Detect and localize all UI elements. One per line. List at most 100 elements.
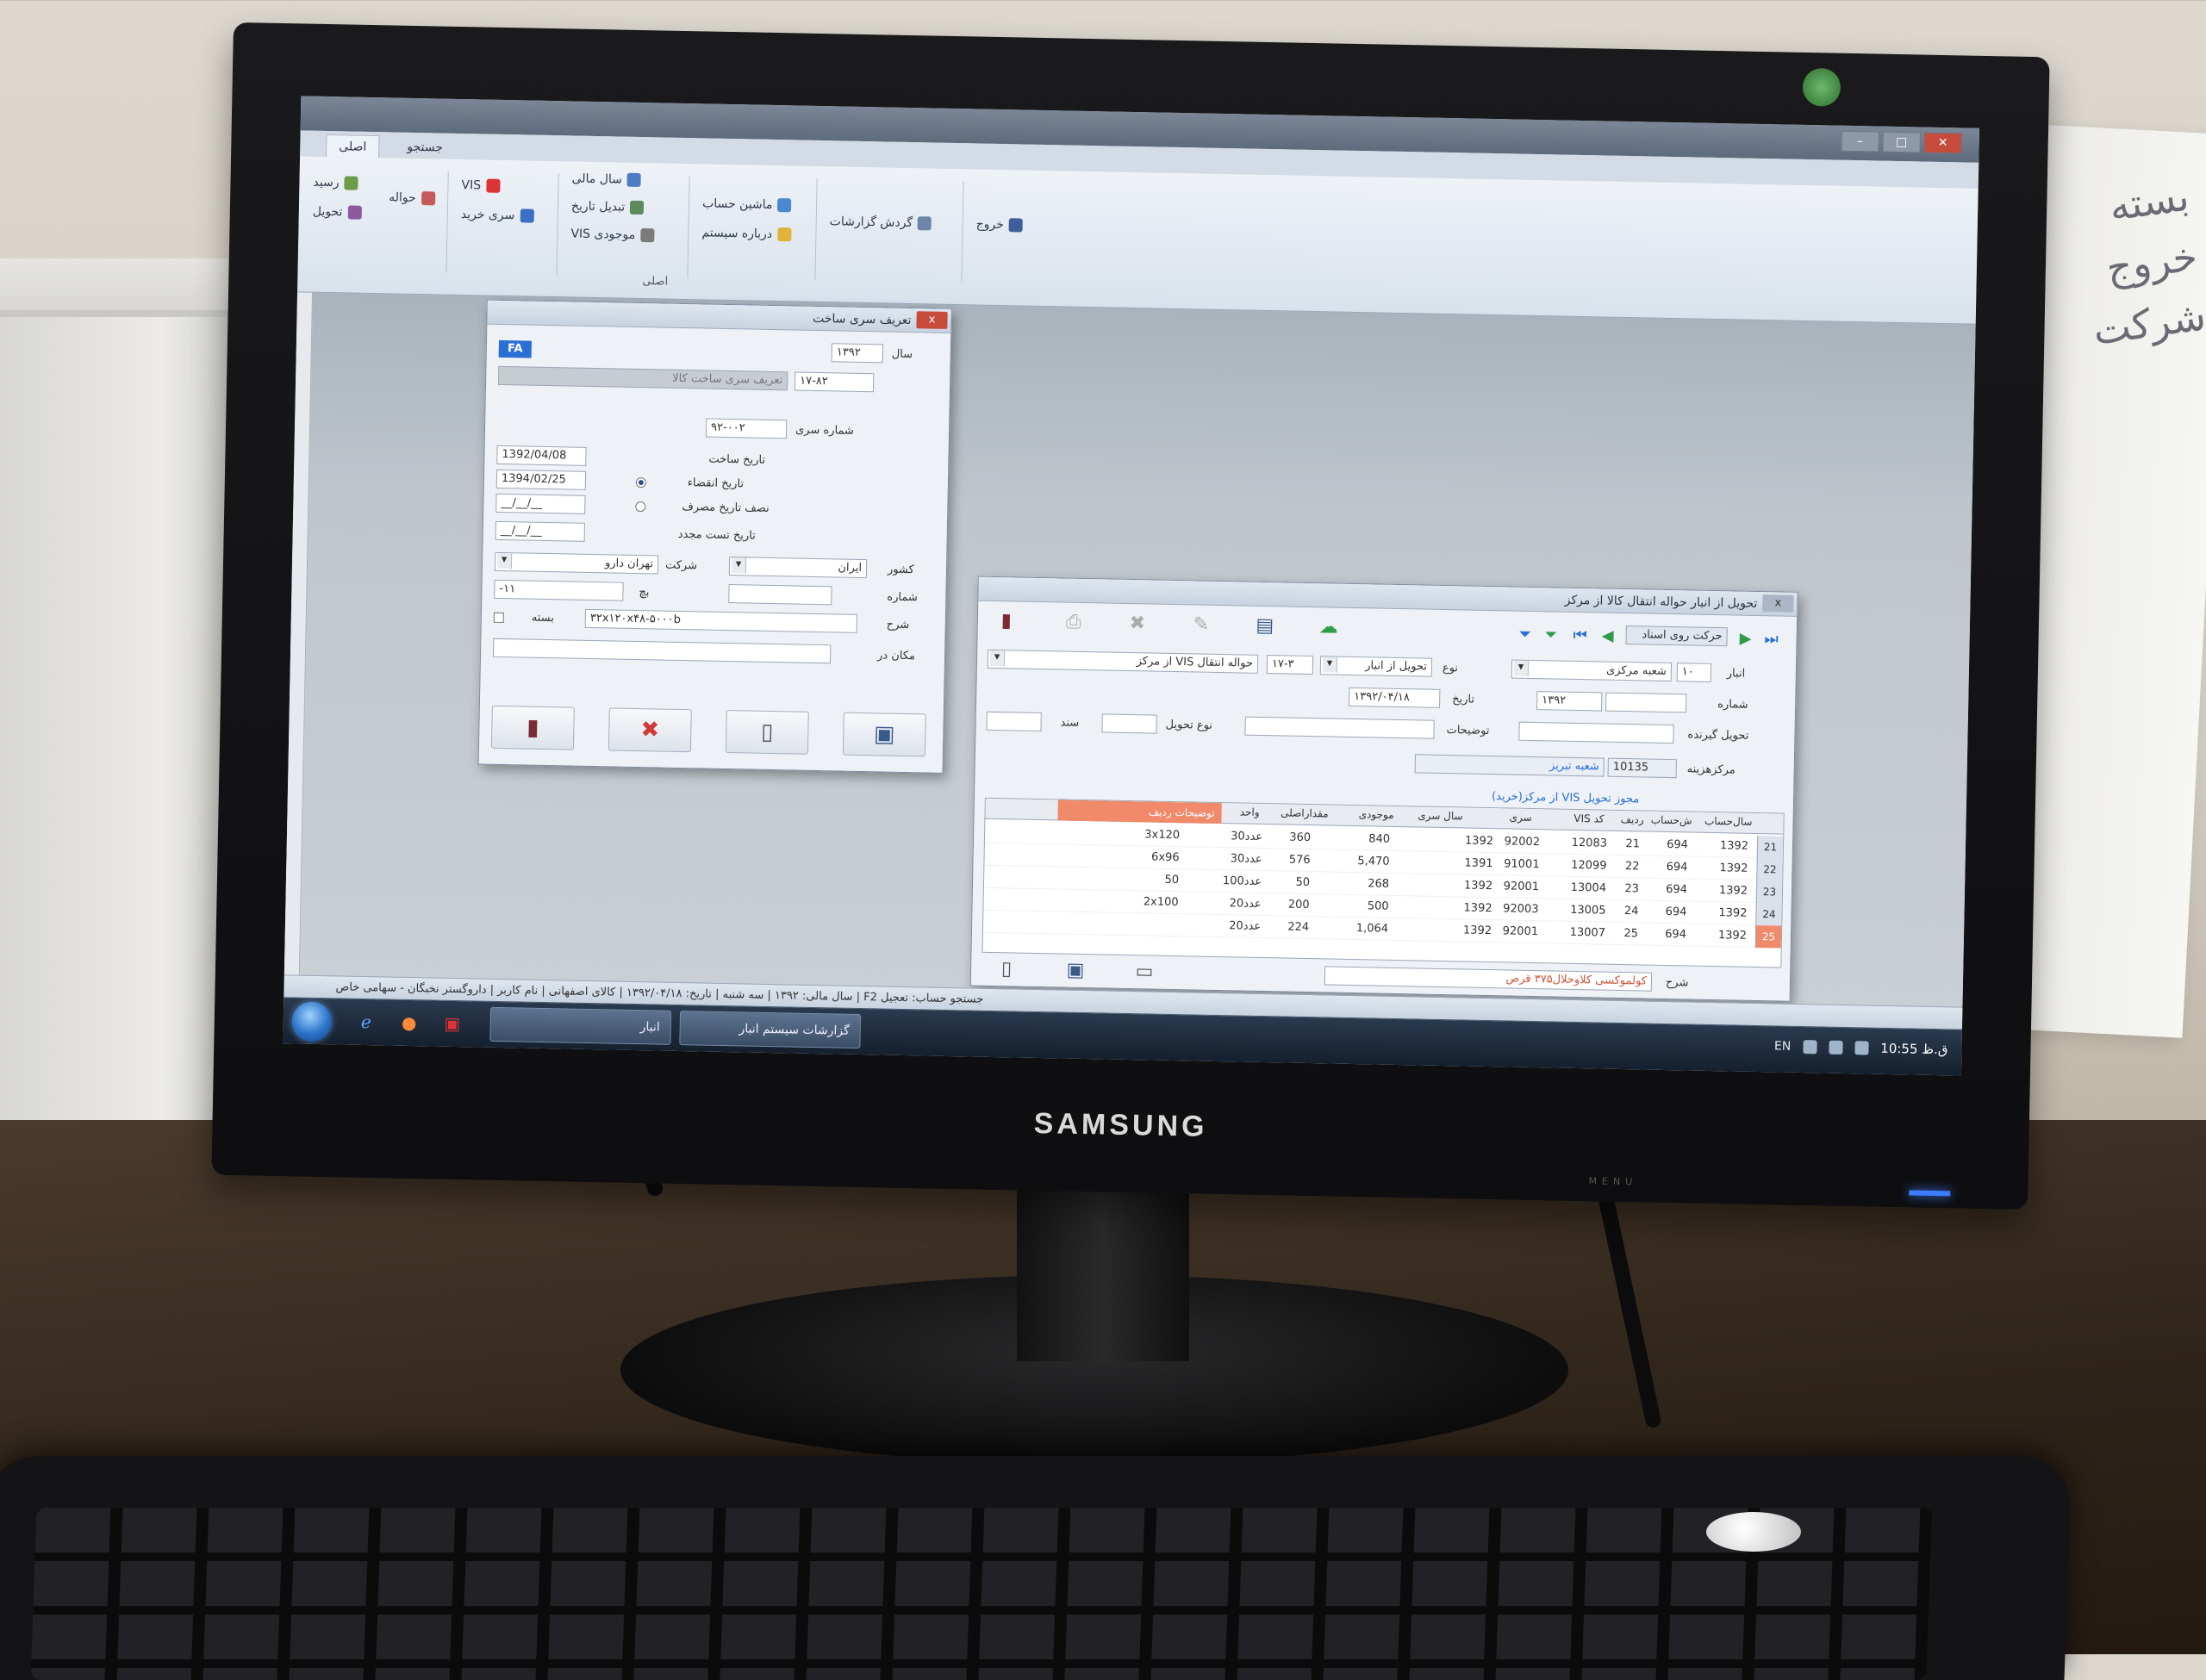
minimize-button[interactable]: – [1841, 130, 1879, 152]
col-fiscal-year[interactable]: سال‌حساب [1704, 815, 1753, 828]
col-series-year[interactable]: سال سری [1418, 809, 1463, 822]
place-label: مکان در [876, 649, 916, 663]
code-field[interactable]: ۱۷-۸۲ [794, 371, 875, 393]
ribbon-havaleh[interactable]: حواله [389, 190, 435, 206]
cell-account: 694 [1666, 860, 1688, 874]
app-shortcut-icon[interactable]: ▣ [438, 1010, 466, 1038]
number-field[interactable] [728, 584, 832, 606]
col-quantity[interactable]: مقدار‌اصلی [1281, 806, 1329, 819]
ribbon-resid[interactable]: رسید [313, 176, 358, 190]
series-number-field[interactable]: ۹۲-۰۰۲ [705, 418, 788, 439]
ribbon-mashin-hesab[interactable]: ماشین حساب [702, 196, 792, 213]
doc-field[interactable] [986, 711, 1042, 732]
place-field[interactable] [492, 638, 832, 664]
network-icon[interactable] [1829, 1040, 1843, 1055]
document-type-select[interactable]: حواله انتقال VIS از مرکز [987, 649, 1259, 674]
batch-label: بچ [639, 586, 650, 600]
cell-quantity: 576 [1288, 853, 1311, 868]
expire-date-field[interactable]: 1394/02/25 [495, 469, 587, 490]
half-life-date-field[interactable]: __/__/__ [495, 493, 586, 514]
transfer-dialog-title: تحویل از انبار حواله انتقال کالا از مرکز [1564, 593, 1758, 611]
col-vis-code[interactable]: کد VIS [1573, 812, 1604, 825]
tab-search[interactable]: جستجو [395, 136, 455, 159]
col-row-notes[interactable]: توضیحات ردیف [1057, 800, 1222, 824]
date-field[interactable]: ۱۳۹۲/۰۴/۱۸ [1349, 687, 1441, 708]
ribbon-tahvil[interactable]: تحویل [313, 205, 362, 220]
grid-caption: مجوز تحویل VIS از مرکز(خرید) [1491, 790, 1640, 806]
filter-green-icon[interactable]: ⏷ [1537, 622, 1564, 649]
attach-icon[interactable]: ▭ [1131, 959, 1158, 986]
delete-icon[interactable]: ✖ [1125, 611, 1151, 638]
ribbon-khorooj[interactable]: خروج [976, 217, 1024, 233]
next-record-icon[interactable]: ▶ [1732, 625, 1759, 652]
transfer-dialog-close-button[interactable]: x [1762, 594, 1794, 613]
cell-row: 21 [1625, 837, 1641, 851]
tab-main[interactable]: اصلی [326, 134, 380, 159]
edit-icon[interactable]: ✎ [1188, 612, 1215, 638]
company-select[interactable]: تهران دارو [494, 551, 659, 575]
branch-select[interactable]: شعبه مرکزی [1511, 659, 1673, 682]
cell-row: 24 [1623, 905, 1639, 918]
save-button[interactable]: ▮ [490, 705, 575, 750]
last-record-icon[interactable]: ⏭ [1758, 626, 1785, 653]
col-unit[interactable]: واحد [1240, 806, 1260, 818]
language-indicator[interactable]: EN [1774, 1039, 1792, 1053]
footer-description-field[interactable]: کولموکسی کلاوحلال۳۷۵ قرص [1324, 966, 1653, 992]
new-row-icon[interactable]: ▯ [994, 956, 1020, 983]
ribbon-darbare[interactable]: درباره سیستم [701, 226, 792, 242]
delivery-type-field[interactable] [1101, 713, 1157, 734]
pack-checkbox[interactable] [493, 612, 504, 624]
half-life-radio[interactable] [635, 501, 646, 513]
ie-icon[interactable]: ℯ [352, 1008, 380, 1036]
maximize-button[interactable]: □ [1882, 131, 1921, 153]
doc-number-extra-field[interactable] [1605, 692, 1687, 713]
firefox-icon[interactable]: ● [395, 1009, 423, 1037]
batch-field[interactable]: -۱۱ [494, 579, 624, 601]
col-row[interactable]: ردیف [1621, 813, 1644, 826]
col-stock[interactable]: موجودی [1359, 808, 1394, 821]
save-row-icon[interactable]: ▣ [1062, 958, 1089, 985]
first-record-icon[interactable]: ⏮ [1567, 623, 1593, 650]
cloud-icon[interactable]: ☁ [1315, 614, 1342, 641]
series-dialog-close-button[interactable]: x [916, 311, 948, 329]
type-code-field[interactable]: ۱۷-۳ [1266, 655, 1314, 675]
expire-radio[interactable] [635, 476, 646, 488]
volume-icon[interactable] [1854, 1041, 1869, 1055]
retest-date-field[interactable]: __/__/__ [495, 520, 585, 542]
col-account-no[interactable]: ش‌حساب [1651, 814, 1692, 827]
doc-number-field[interactable]: ۱۳۹۲ [1536, 691, 1603, 712]
filter-icon[interactable]: ⏷ [1511, 622, 1538, 649]
print-icon[interactable]: ⎙ [1061, 609, 1087, 636]
ribbon-vis[interactable]: VIS [461, 178, 501, 193]
save-icon[interactable]: ▮ [994, 608, 1020, 635]
taskbar-item-reports[interactable]: گزارشات سیستم انبار [679, 1011, 862, 1049]
taskbar-item-warehouse[interactable]: انبار [489, 1006, 672, 1045]
cell-row: 22 [1624, 860, 1640, 874]
ribbon-seri-kharid[interactable]: سری خرید [461, 208, 534, 223]
monitor-bezel-buttons[interactable]: MENU [1588, 1175, 1950, 1196]
start-button[interactable] [291, 1001, 333, 1042]
cost-center-code[interactable]: 10135 [1607, 757, 1677, 779]
col-series[interactable]: سری [1509, 811, 1531, 823]
warehouse-code-field[interactable]: ۱۰ [1676, 663, 1712, 682]
cell-year: 1392 [1719, 862, 1748, 875]
clock[interactable]: 10:55 ق.ظ [1880, 1041, 1948, 1057]
year-field[interactable]: ۱۳۹۲ [831, 343, 884, 364]
country-select[interactable]: ایران [728, 557, 868, 579]
ribbon-tabdil-tarikh[interactable]: تبدیل تاریخ [571, 199, 645, 215]
prev-record-icon[interactable]: ◀ [1594, 623, 1621, 650]
new-button[interactable]: ▯ [725, 710, 809, 755]
build-date-field[interactable]: 1392/04/08 [496, 445, 587, 466]
notes-field[interactable] [1244, 716, 1435, 739]
ribbon-gardesh[interactable]: گردش گزارشات [830, 215, 932, 231]
flag-icon[interactable] [1803, 1040, 1817, 1055]
document-icon[interactable]: ▤ [1252, 613, 1279, 640]
ribbon-mojoodi-vis[interactable]: موجودی VIS [570, 227, 655, 243]
close-button[interactable]: ✕ [1923, 132, 1962, 154]
ribbon-sal-mali[interactable]: سال مالی [571, 171, 642, 187]
exit-button[interactable]: ▣ [842, 712, 926, 757]
receiver-field[interactable] [1518, 721, 1674, 744]
type-select[interactable]: تحویل از انبار [1319, 656, 1433, 677]
delete-button[interactable]: ✖ [608, 707, 692, 753]
description-field[interactable]: ۳۲x۱۲۰x۴۸-۵۰۰۰b [584, 608, 857, 633]
